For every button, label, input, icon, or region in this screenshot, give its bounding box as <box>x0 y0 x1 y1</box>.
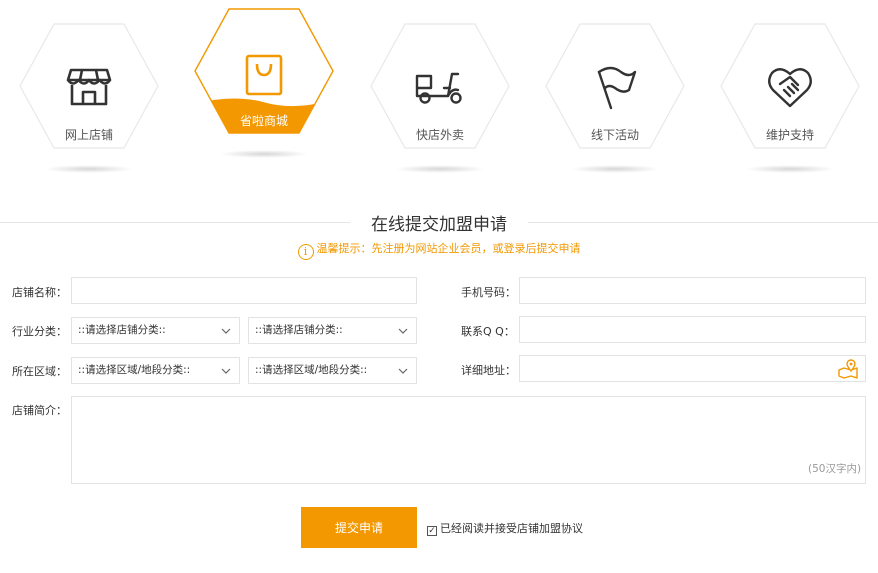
delivery-scooter-icon <box>415 72 462 104</box>
agreement-label: 已经阅读并接受店铺加盟协议 <box>440 522 583 535</box>
category-label: 快店外卖 <box>415 128 464 142</box>
category-online-store[interactable]: 网上店铺 <box>18 8 160 178</box>
region-select-primary[interactable]: ::请选择区域/地段分类:: <box>71 357 240 384</box>
address-label: 详细地址： <box>461 364 516 377</box>
chevron-down-icon <box>221 328 231 334</box>
char-limit-hint: (50汉字内) <box>808 463 862 475</box>
section-header: 在线提交加盟申请 <box>0 210 878 235</box>
industry-select-secondary[interactable]: ::请选择店铺分类:: <box>248 317 417 344</box>
phone-input[interactable] <box>519 277 866 304</box>
handshake-heart-icon <box>768 68 812 108</box>
map-pin-icon[interactable] <box>837 359 859 379</box>
category-label: 线下活动 <box>590 128 639 142</box>
select-value: ::请选择店铺分类:: <box>78 324 166 336</box>
category-offline-events[interactable]: 线下活动 <box>544 8 686 178</box>
chevron-down-icon <box>221 368 231 374</box>
agreement[interactable]: ✓ 已经阅读并接受店铺加盟协议 <box>427 520 583 536</box>
store-name-label: 店铺名称： <box>12 286 67 299</box>
divider-right <box>528 222 878 223</box>
store-name-input[interactable] <box>71 277 417 304</box>
industry-select-primary[interactable]: ::请选择店铺分类:: <box>71 317 240 344</box>
category-label: 维护支持 <box>765 128 814 142</box>
qq-label: 联系Q Q： <box>461 325 515 338</box>
intro-textarea[interactable] <box>71 396 866 484</box>
flag-icon <box>597 66 637 110</box>
intro-label: 店铺简介： <box>12 404 67 417</box>
shopping-bag-icon <box>245 54 283 96</box>
category-nav: 网上店铺 省啦商城 快店外卖 线下活动 维护支持 <box>0 0 878 180</box>
qq-input[interactable] <box>519 316 866 343</box>
select-value: ::请选择区域/地段分类:: <box>78 364 191 376</box>
chevron-down-icon <box>398 368 408 374</box>
agreement-checkbox[interactable]: ✓ <box>427 526 437 536</box>
region-label: 所在区域： <box>12 365 67 378</box>
category-label: 省啦商城 <box>239 114 288 128</box>
submit-button[interactable]: 提交申请 <box>301 507 417 548</box>
chevron-down-icon <box>398 328 408 334</box>
category-label: 网上店铺 <box>64 128 113 142</box>
storefront-icon <box>66 68 112 106</box>
phone-label: 手机号码： <box>461 286 516 299</box>
hexagon-shadow <box>570 165 660 173</box>
hexagon-shadow <box>44 165 134 173</box>
info-icon: i <box>297 244 314 260</box>
category-support[interactable]: 维护支持 <box>719 8 861 178</box>
hexagon-shadow <box>745 165 835 173</box>
notice-banner: i 温馨提示：先注册为网站企业会员，或登录后提交申请 <box>0 240 878 260</box>
region-select-secondary[interactable]: ::请选择区域/地段分类:: <box>248 357 417 384</box>
industry-label: 行业分类： <box>12 325 67 338</box>
hexagon-shadow <box>395 165 485 173</box>
notice-text: 温馨提示：先注册为网站企业会员，或登录后提交申请 <box>316 242 581 255</box>
select-value: ::请选择区域/地段分类:: <box>255 364 368 376</box>
category-shengla-mall[interactable]: 省啦商城 <box>193 8 335 178</box>
category-delivery[interactable]: 快店外卖 <box>369 8 511 178</box>
address-input[interactable] <box>519 355 866 382</box>
select-value: ::请选择店铺分类:: <box>255 324 343 336</box>
hexagon-shadow <box>219 150 309 158</box>
